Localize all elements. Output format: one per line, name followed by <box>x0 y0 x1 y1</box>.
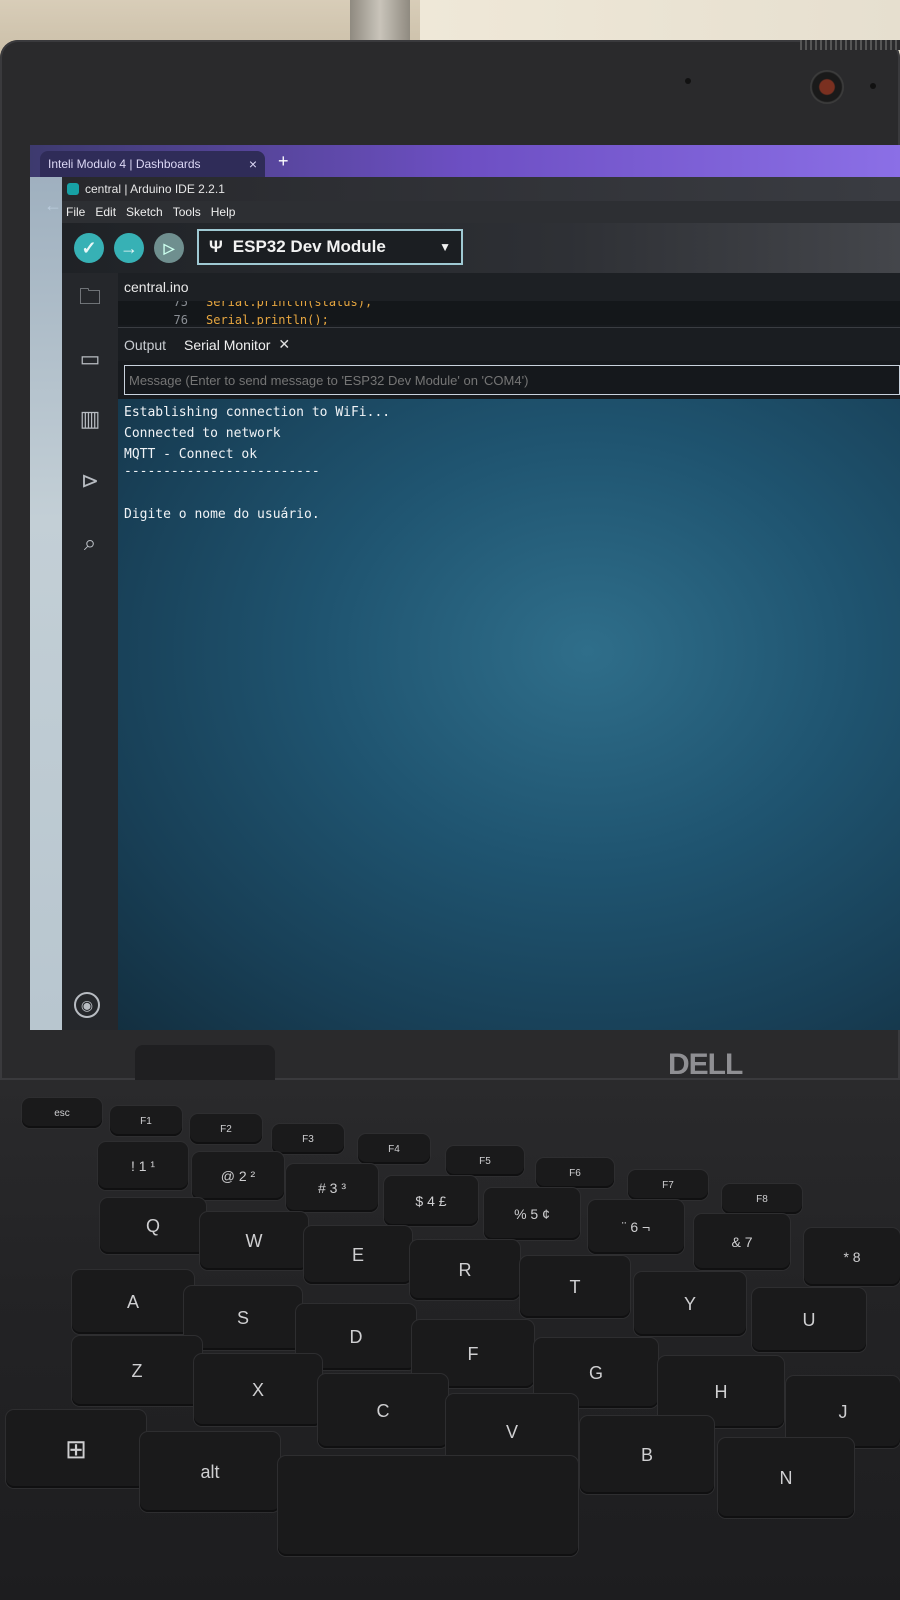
key-2[interactable]: @ 2 ² <box>192 1152 284 1200</box>
tab-output[interactable]: Output <box>124 337 166 353</box>
line-number: 76 <box>173 313 188 325</box>
key-u[interactable]: U <box>752 1288 866 1352</box>
key-f4[interactable]: F4 <box>358 1134 430 1164</box>
chevron-down-icon: ▼ <box>439 240 451 254</box>
key-alt[interactable]: alt <box>140 1432 280 1512</box>
code-editor[interactable]: 75 Serial.println(status); 76 Serial.print… <box>118 301 900 325</box>
menu-file[interactable]: File <box>66 205 85 219</box>
menu-sketch[interactable]: Sketch <box>126 205 163 219</box>
menu-tools[interactable]: Tools <box>173 205 201 219</box>
line-number: 75 <box>173 301 188 309</box>
key-b[interactable]: B <box>580 1416 714 1494</box>
key-f8[interactable]: F8 <box>722 1184 802 1214</box>
code-text: Serial.println(); <box>206 313 329 325</box>
boards-manager-icon[interactable]: ▭ <box>76 345 104 373</box>
key-space[interactable] <box>278 1456 578 1556</box>
sensor-dot <box>870 83 876 89</box>
window-title: central | Arduino IDE 2.2.1 <box>85 182 225 196</box>
tab-close-icon[interactable]: × <box>249 156 257 172</box>
key-f6[interactable]: F6 <box>536 1158 614 1188</box>
key-windows[interactable]: ⊞ <box>6 1410 146 1488</box>
key-n[interactable]: N <box>718 1438 854 1518</box>
serial-line: Connected to network <box>124 426 281 441</box>
arduino-logo-icon <box>67 183 79 195</box>
sensor-dot <box>685 78 691 84</box>
editor-tabbar: central.ino <box>118 273 900 301</box>
bottom-panel-tabs: Output Serial Monitor ✕ <box>118 327 900 361</box>
sketchbook-folder-icon[interactable]: 🗀 <box>76 284 104 313</box>
tab-title: Inteli Modulo 4 | Dashboards <box>48 157 201 171</box>
keyboard-deck: esc F1 F2 F3 F4 F5 F6 F7 F8 ! 1 ¹ @ 2 ² … <box>0 1080 900 1600</box>
key-e[interactable]: E <box>304 1226 412 1284</box>
key-3[interactable]: # 3 ³ <box>286 1164 378 1212</box>
key-q[interactable]: Q <box>100 1198 206 1254</box>
search-icon[interactable]: ⌕ <box>76 529 104 557</box>
board-name: ESP32 Dev Module <box>232 237 386 256</box>
ide-sidebar: 🗀 ▭ ▥ ⊳ ⌕ ◉ <box>62 273 118 1030</box>
arrow-right-icon: → <box>120 237 138 258</box>
file-tab[interactable]: central.ino <box>124 279 189 295</box>
upload-button[interactable]: → <box>114 233 144 263</box>
key-z[interactable]: Z <box>72 1336 202 1406</box>
key-t[interactable]: T <box>520 1256 630 1318</box>
ide-titlebar: central | Arduino IDE 2.2.1 <box>62 177 900 201</box>
serial-monitor-output: Establishing connection to WiFi... Conne… <box>118 399 900 1030</box>
key-f1[interactable]: F1 <box>110 1106 182 1136</box>
serial-line: MQTT - Connect ok <box>124 447 258 462</box>
key-5[interactable]: % 5 ¢ <box>484 1188 580 1240</box>
menu-help[interactable]: Help <box>211 205 236 219</box>
debug-button[interactable]: ▷ <box>154 233 184 263</box>
key-c[interactable]: C <box>318 1374 448 1448</box>
key-7[interactable]: & 7 <box>694 1214 790 1270</box>
dell-logo: DELL <box>668 1048 743 1081</box>
code-line: 75 Serial.println(status); <box>118 301 373 309</box>
key-s[interactable]: S <box>184 1286 302 1350</box>
serial-message-input[interactable] <box>124 365 900 395</box>
windows-icon: ⊞ <box>65 1433 87 1464</box>
key-8[interactable]: * 8 <box>804 1228 900 1286</box>
new-tab-button[interactable]: + <box>278 151 289 172</box>
lid-vent <box>800 40 900 50</box>
browser-page-edge <box>30 177 62 1030</box>
key-esc[interactable]: esc <box>22 1098 102 1128</box>
key-a[interactable]: A <box>72 1270 194 1334</box>
browser-tabbar: Inteli Modulo 4 | Dashboards × + <box>30 145 900 177</box>
key-f5[interactable]: F5 <box>446 1146 524 1176</box>
key-4[interactable]: $ 4 £ <box>384 1176 478 1226</box>
serial-line: Establishing connection to WiFi... <box>124 405 391 420</box>
board-selector[interactable]: Ψ ESP32 Dev Module ▼ <box>197 229 463 265</box>
key-f7[interactable]: F7 <box>628 1170 708 1200</box>
key-y[interactable]: Y <box>634 1272 746 1336</box>
verify-button[interactable]: ✓ <box>74 233 104 263</box>
webcam-icon <box>810 70 844 104</box>
account-icon[interactable]: ◉ <box>74 992 100 1018</box>
key-f3[interactable]: F3 <box>272 1124 344 1154</box>
key-6[interactable]: ¨ 6 ¬ <box>588 1200 684 1254</box>
debug-icon[interactable]: ⊳ <box>76 467 104 495</box>
browser-tab[interactable]: Inteli Modulo 4 | Dashboards × <box>40 151 265 177</box>
menu-bar: File Edit Sketch Tools Help <box>62 201 900 223</box>
check-icon: ✓ <box>81 237 97 258</box>
menu-edit[interactable]: Edit <box>95 205 116 219</box>
key-x[interactable]: X <box>194 1354 322 1426</box>
tab-serial-monitor[interactable]: Serial Monitor <box>184 337 270 353</box>
back-arrow-icon[interactable]: ← <box>44 195 62 216</box>
key-f2[interactable]: F2 <box>190 1114 262 1144</box>
code-line: 76 Serial.println(); <box>118 313 329 325</box>
key-1[interactable]: ! 1 ¹ <box>98 1142 188 1190</box>
serial-line: Digite o nome do usuário. <box>124 507 320 522</box>
code-text: Serial.println(status); <box>206 301 373 309</box>
ide-toolbar: ✓ → ▷ Ψ ESP32 Dev Module ▼ <box>62 223 900 273</box>
debug-play-icon: ▷ <box>163 239 175 256</box>
arduino-ide-window: central | Arduino IDE 2.2.1 File Edit Sk… <box>62 177 900 1030</box>
serial-line: ------------------------- <box>124 464 320 479</box>
key-w[interactable]: W <box>200 1212 308 1270</box>
library-manager-icon[interactable]: ▥ <box>76 405 104 433</box>
laptop-screen: Inteli Modulo 4 | Dashboards × + ← centr… <box>30 145 900 1030</box>
close-icon[interactable]: ✕ <box>278 336 290 353</box>
usb-icon: Ψ <box>209 237 223 256</box>
key-r[interactable]: R <box>410 1240 520 1300</box>
